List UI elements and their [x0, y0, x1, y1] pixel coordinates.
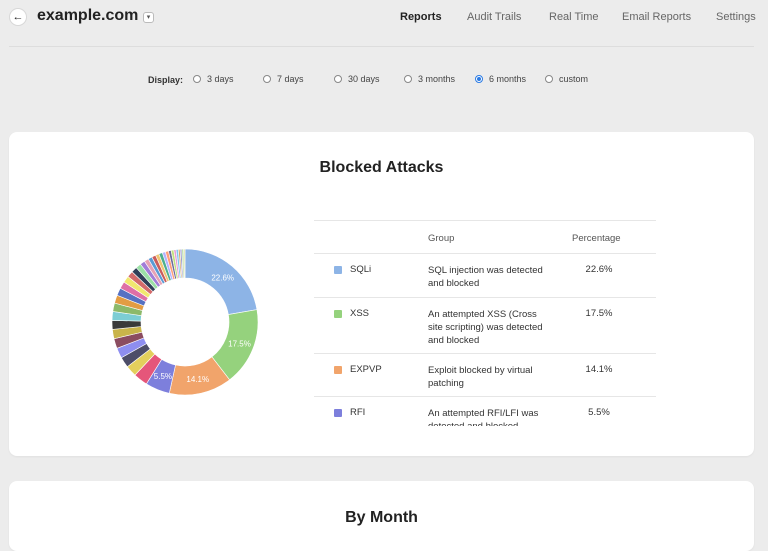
attack-description: An attempted XSS (Cross site scripting) …: [428, 309, 543, 346]
radio-custom[interactable]: custom: [545, 74, 588, 84]
radio-label: 7 days: [277, 74, 304, 84]
radio-circle[interactable]: [404, 75, 412, 83]
table-row: RFI An attempted RFI/LFI was detected an…: [314, 396, 656, 426]
blocked-attacks-title: Blocked Attacks: [319, 159, 444, 176]
radio-circle[interactable]: [545, 75, 553, 83]
legend-swatch: [334, 266, 342, 274]
donut-slice-label: 14.1%: [186, 375, 209, 384]
blocked-attacks-donut-chart: 22.6% 17.5% 14.1% 5.5%: [111, 248, 259, 396]
attack-code: SQLi: [350, 264, 372, 275]
blocked-attacks-card: Blocked Attacks 22.6% 17.5% 14.1% 5.5% Grou…: [9, 132, 754, 456]
attack-description: An attempted RFI/LFI was detected and bl…: [428, 408, 539, 426]
radio-3-months[interactable]: 3 months: [404, 74, 455, 84]
nav-audit-trails[interactable]: Audit Trails: [467, 11, 521, 23]
attack-code: RFI: [350, 407, 366, 418]
attack-percentage: 5.5%: [588, 407, 610, 418]
nav-reports[interactable]: Reports: [400, 11, 442, 23]
donut-slice-label: 22.6%: [211, 273, 234, 282]
attack-code: XSS: [350, 308, 370, 319]
nav-settings[interactable]: Settings: [716, 11, 756, 23]
blocked-attacks-table: Group Percentage SQLi SQL injection was …: [314, 220, 656, 426]
display-label: Display:: [148, 75, 184, 85]
radio-label: 3 months: [418, 74, 456, 84]
nav-real-time[interactable]: Real Time: [549, 11, 599, 23]
attack-description: SQL injection was detected and blocked: [428, 265, 543, 289]
legend-swatch: [334, 409, 342, 417]
radio-label: 6 months: [489, 74, 527, 84]
attack-percentage: 17.5%: [585, 308, 613, 319]
radio-label: custom: [559, 74, 589, 84]
table-row: EXPVP Exploit blocked by virtual patchin…: [314, 353, 656, 397]
radio-label: 30 days: [348, 74, 380, 84]
legend-swatch: [334, 310, 342, 318]
top-bar: ← example.com ▾ Reports Audit Trails Rea…: [0, 0, 768, 46]
radio-3-days[interactable]: 3 days: [193, 74, 234, 84]
attack-percentage: 14.1%: [585, 364, 613, 375]
column-header-percentage: Percentage: [572, 233, 621, 244]
header-divider: [9, 46, 754, 47]
attack-description: Exploit blocked by virtual patching: [428, 365, 533, 389]
table-row: XSS An attempted XSS (Cross site scripti…: [314, 297, 656, 354]
site-dropdown-chevron-icon[interactable]: ▾: [143, 12, 154, 23]
radio-circle[interactable]: [263, 75, 271, 83]
site-title: example.com: [37, 7, 139, 24]
radio-circle[interactable]: [193, 75, 201, 83]
donut-slice-label: 5.5%: [154, 372, 172, 381]
donut-slice[interactable]: [183, 248, 186, 279]
donut-slice-label: 17.5%: [228, 339, 251, 348]
radio-circle-selected[interactable]: [475, 75, 483, 83]
attack-code: EXPVP: [350, 364, 382, 375]
radio-label: 3 days: [207, 74, 234, 84]
by-month-card: By Month: [9, 481, 754, 551]
radio-7-days[interactable]: 7 days: [263, 74, 304, 84]
display-range-selector: Display: 3 days 7 days 30 days 3 months …: [0, 74, 768, 88]
radio-circle[interactable]: [334, 75, 342, 83]
back-arrow-icon[interactable]: ←: [9, 8, 27, 26]
table-row: SQLi SQL injection was detected and bloc…: [314, 253, 656, 298]
nav-email-reports[interactable]: Email Reports: [622, 11, 691, 23]
radio-6-months[interactable]: 6 months: [475, 74, 526, 84]
legend-swatch: [334, 366, 342, 374]
column-header-group: Group: [428, 233, 455, 244]
by-month-title: By Month: [345, 509, 418, 526]
radio-30-days[interactable]: 30 days: [334, 74, 380, 84]
attack-percentage: 22.6%: [585, 264, 613, 275]
table-header-row: Group Percentage: [314, 220, 656, 254]
